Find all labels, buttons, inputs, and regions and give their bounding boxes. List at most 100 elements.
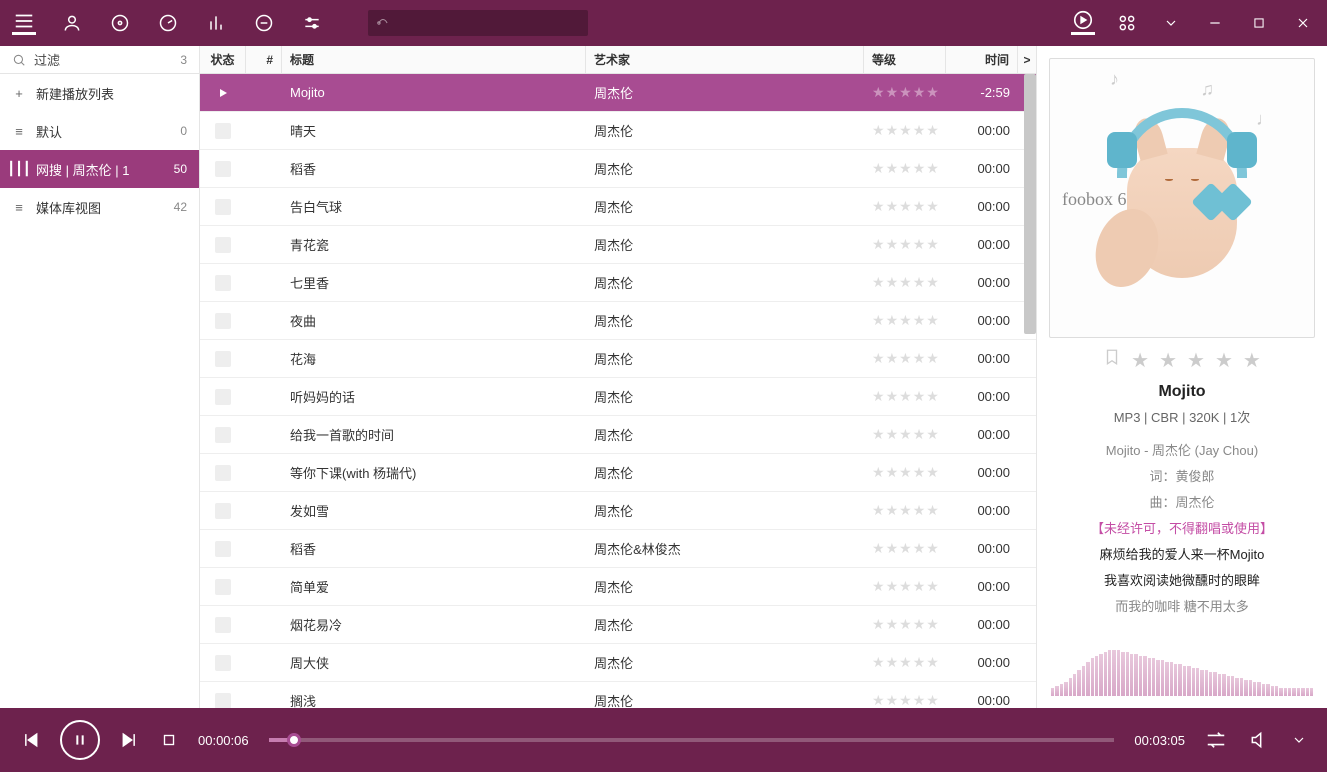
sidebar-item-label: 媒体库视图: [36, 198, 101, 217]
table-row[interactable]: 简单爱周杰伦★★★★★00:00: [200, 568, 1036, 606]
rating-cell[interactable]: ★★★★★: [864, 312, 946, 329]
time-cell: 00:00: [946, 427, 1018, 442]
rating-cell[interactable]: ★★★★★: [864, 616, 946, 633]
next-button[interactable]: [120, 730, 140, 750]
close-icon[interactable]: [1291, 11, 1315, 35]
col-status[interactable]: 状态: [200, 46, 246, 73]
rating-cell[interactable]: ★★★★★: [864, 122, 946, 139]
table-row[interactable]: 晴天周杰伦★★★★★00:00: [200, 112, 1036, 150]
now-playing-icon[interactable]: [1071, 11, 1095, 35]
artist-cell: 周杰伦: [586, 691, 864, 708]
playlist-icon[interactable]: [12, 11, 36, 35]
progress-bar[interactable]: [269, 738, 1115, 742]
bars-icon: ┃┃┃: [12, 161, 26, 177]
shuffle-button[interactable]: [1205, 729, 1227, 751]
table-row[interactable]: 烟花易冷周杰伦★★★★★00:00: [200, 606, 1036, 644]
table-row[interactable]: 周大侠周杰伦★★★★★00:00: [200, 644, 1036, 682]
rating-cell[interactable]: ★★★★★: [864, 578, 946, 595]
play-pause-button[interactable]: [60, 720, 100, 760]
rating-cell[interactable]: ★★★★★: [864, 692, 946, 708]
time-cell: 00:00: [946, 237, 1018, 252]
filter-row[interactable]: 过滤 3: [0, 46, 199, 74]
col-title[interactable]: 标题: [282, 46, 586, 73]
star-icon[interactable]: ★: [1131, 348, 1149, 373]
col-more[interactable]: >: [1018, 46, 1036, 73]
rating-cell[interactable]: ★★★★★: [864, 464, 946, 481]
star-icon[interactable]: ★: [1243, 348, 1261, 373]
cover-text: foobox 6: [1062, 189, 1127, 210]
minimize-icon[interactable]: [1203, 11, 1227, 35]
rating-cell[interactable]: ★★★★★: [864, 388, 946, 405]
lyric-line: 曲：周杰伦: [1049, 490, 1315, 516]
col-num[interactable]: #: [246, 46, 282, 73]
dropdown-icon[interactable]: [1159, 11, 1183, 35]
time-cell: 00:00: [946, 275, 1018, 290]
lyric-line: 词：黄俊郎: [1049, 464, 1315, 490]
col-rating[interactable]: 等级: [864, 46, 946, 73]
rating-cell[interactable]: ★★★★★: [864, 350, 946, 367]
table-row[interactable]: 搁浅周杰伦★★★★★00:00: [200, 682, 1036, 708]
star-icon[interactable]: ★: [1187, 348, 1205, 373]
sidebar-item[interactable]: +新建播放列表: [0, 74, 199, 112]
apps-icon[interactable]: [1115, 11, 1139, 35]
settings-icon[interactable]: [300, 11, 324, 35]
table-row[interactable]: 夜曲周杰伦★★★★★00:00: [200, 302, 1036, 340]
stop-button[interactable]: [160, 731, 178, 749]
artist-cell: 周杰伦: [586, 615, 864, 634]
rating-cell[interactable]: ★★★★★: [864, 426, 946, 443]
artist-cell: 周杰伦: [586, 425, 864, 444]
rating-cell[interactable]: ★★★★★: [864, 502, 946, 519]
time-cell: 00:00: [946, 503, 1018, 518]
col-time[interactable]: 时间: [946, 46, 1018, 73]
artist-cell: 周杰伦: [586, 121, 864, 140]
table-row[interactable]: 花海周杰伦★★★★★00:00: [200, 340, 1036, 378]
disc-icon[interactable]: [108, 11, 132, 35]
table-row[interactable]: 听妈妈的话周杰伦★★★★★00:00: [200, 378, 1036, 416]
title-cell: 夜曲: [282, 311, 586, 330]
speed-icon[interactable]: [156, 11, 180, 35]
equalizer-icon[interactable]: [204, 11, 228, 35]
rating-cell[interactable]: ★★★★★: [864, 540, 946, 557]
artist-cell: 周杰伦: [586, 273, 864, 292]
table-row[interactable]: 稻香周杰伦★★★★★00:00: [200, 150, 1036, 188]
volume-button[interactable]: [1249, 730, 1269, 750]
artist-cell: 周杰伦&林俊杰: [586, 539, 864, 558]
album-cover[interactable]: ♪ ♫ ♩ foobox 6: [1049, 58, 1315, 338]
progress-thumb[interactable]: [287, 733, 301, 747]
table-row[interactable]: 七里香周杰伦★★★★★00:00: [200, 264, 1036, 302]
prev-button[interactable]: [20, 730, 40, 750]
table-row[interactable]: 稻香周杰伦&林俊杰★★★★★00:00: [200, 530, 1036, 568]
star-icon[interactable]: ★: [1159, 348, 1177, 373]
table-row[interactable]: 等你下课(with 杨瑞代)周杰伦★★★★★00:00: [200, 454, 1036, 492]
rating-cell[interactable]: ★★★★★: [864, 198, 946, 215]
rating-cell[interactable]: ★★★★★: [864, 236, 946, 253]
repeat-icon[interactable]: [252, 11, 276, 35]
artist-cell: 周杰伦: [586, 159, 864, 178]
status-cell: [200, 617, 246, 633]
titlebar-left: [12, 10, 588, 36]
more-button[interactable]: [1291, 732, 1307, 748]
col-artist[interactable]: 艺术家: [586, 46, 864, 73]
table-row[interactable]: 给我一首歌的时间周杰伦★★★★★00:00: [200, 416, 1036, 454]
table-row[interactable]: 发如雪周杰伦★★★★★00:00: [200, 492, 1036, 530]
status-cell: [200, 427, 246, 443]
search-box[interactable]: [368, 10, 588, 36]
time-cell: 00:00: [946, 541, 1018, 556]
rating-cell[interactable]: ★★★★★: [864, 160, 946, 177]
sidebar-item[interactable]: ≡默认0: [0, 112, 199, 150]
bookmark-icon[interactable]: [1103, 348, 1121, 373]
rating-stars[interactable]: ★ ★ ★ ★ ★: [1049, 348, 1315, 373]
star-icon[interactable]: ★: [1215, 348, 1233, 373]
lyrics-panel[interactable]: Mojito - 周杰伦 (Jay Chou)词：黄俊郎曲：周杰伦【未经许可，不…: [1049, 438, 1315, 640]
user-icon[interactable]: [60, 11, 84, 35]
sidebar-item[interactable]: ≡媒体库视图42: [0, 188, 199, 226]
sidebar-item[interactable]: ┃┃┃网搜 | 周杰伦 | 150: [0, 150, 199, 188]
rating-cell[interactable]: ★★★★★: [864, 274, 946, 291]
table-row[interactable]: Mojito周杰伦★★★★★-2:59: [200, 74, 1036, 112]
rating-cell[interactable]: ★★★★★: [864, 84, 946, 101]
rating-cell[interactable]: ★★★★★: [864, 654, 946, 671]
maximize-icon[interactable]: [1247, 11, 1271, 35]
table-row[interactable]: 青花瓷周杰伦★★★★★00:00: [200, 226, 1036, 264]
vertical-scrollbar[interactable]: [1024, 74, 1036, 334]
table-row[interactable]: 告白气球周杰伦★★★★★00:00: [200, 188, 1036, 226]
